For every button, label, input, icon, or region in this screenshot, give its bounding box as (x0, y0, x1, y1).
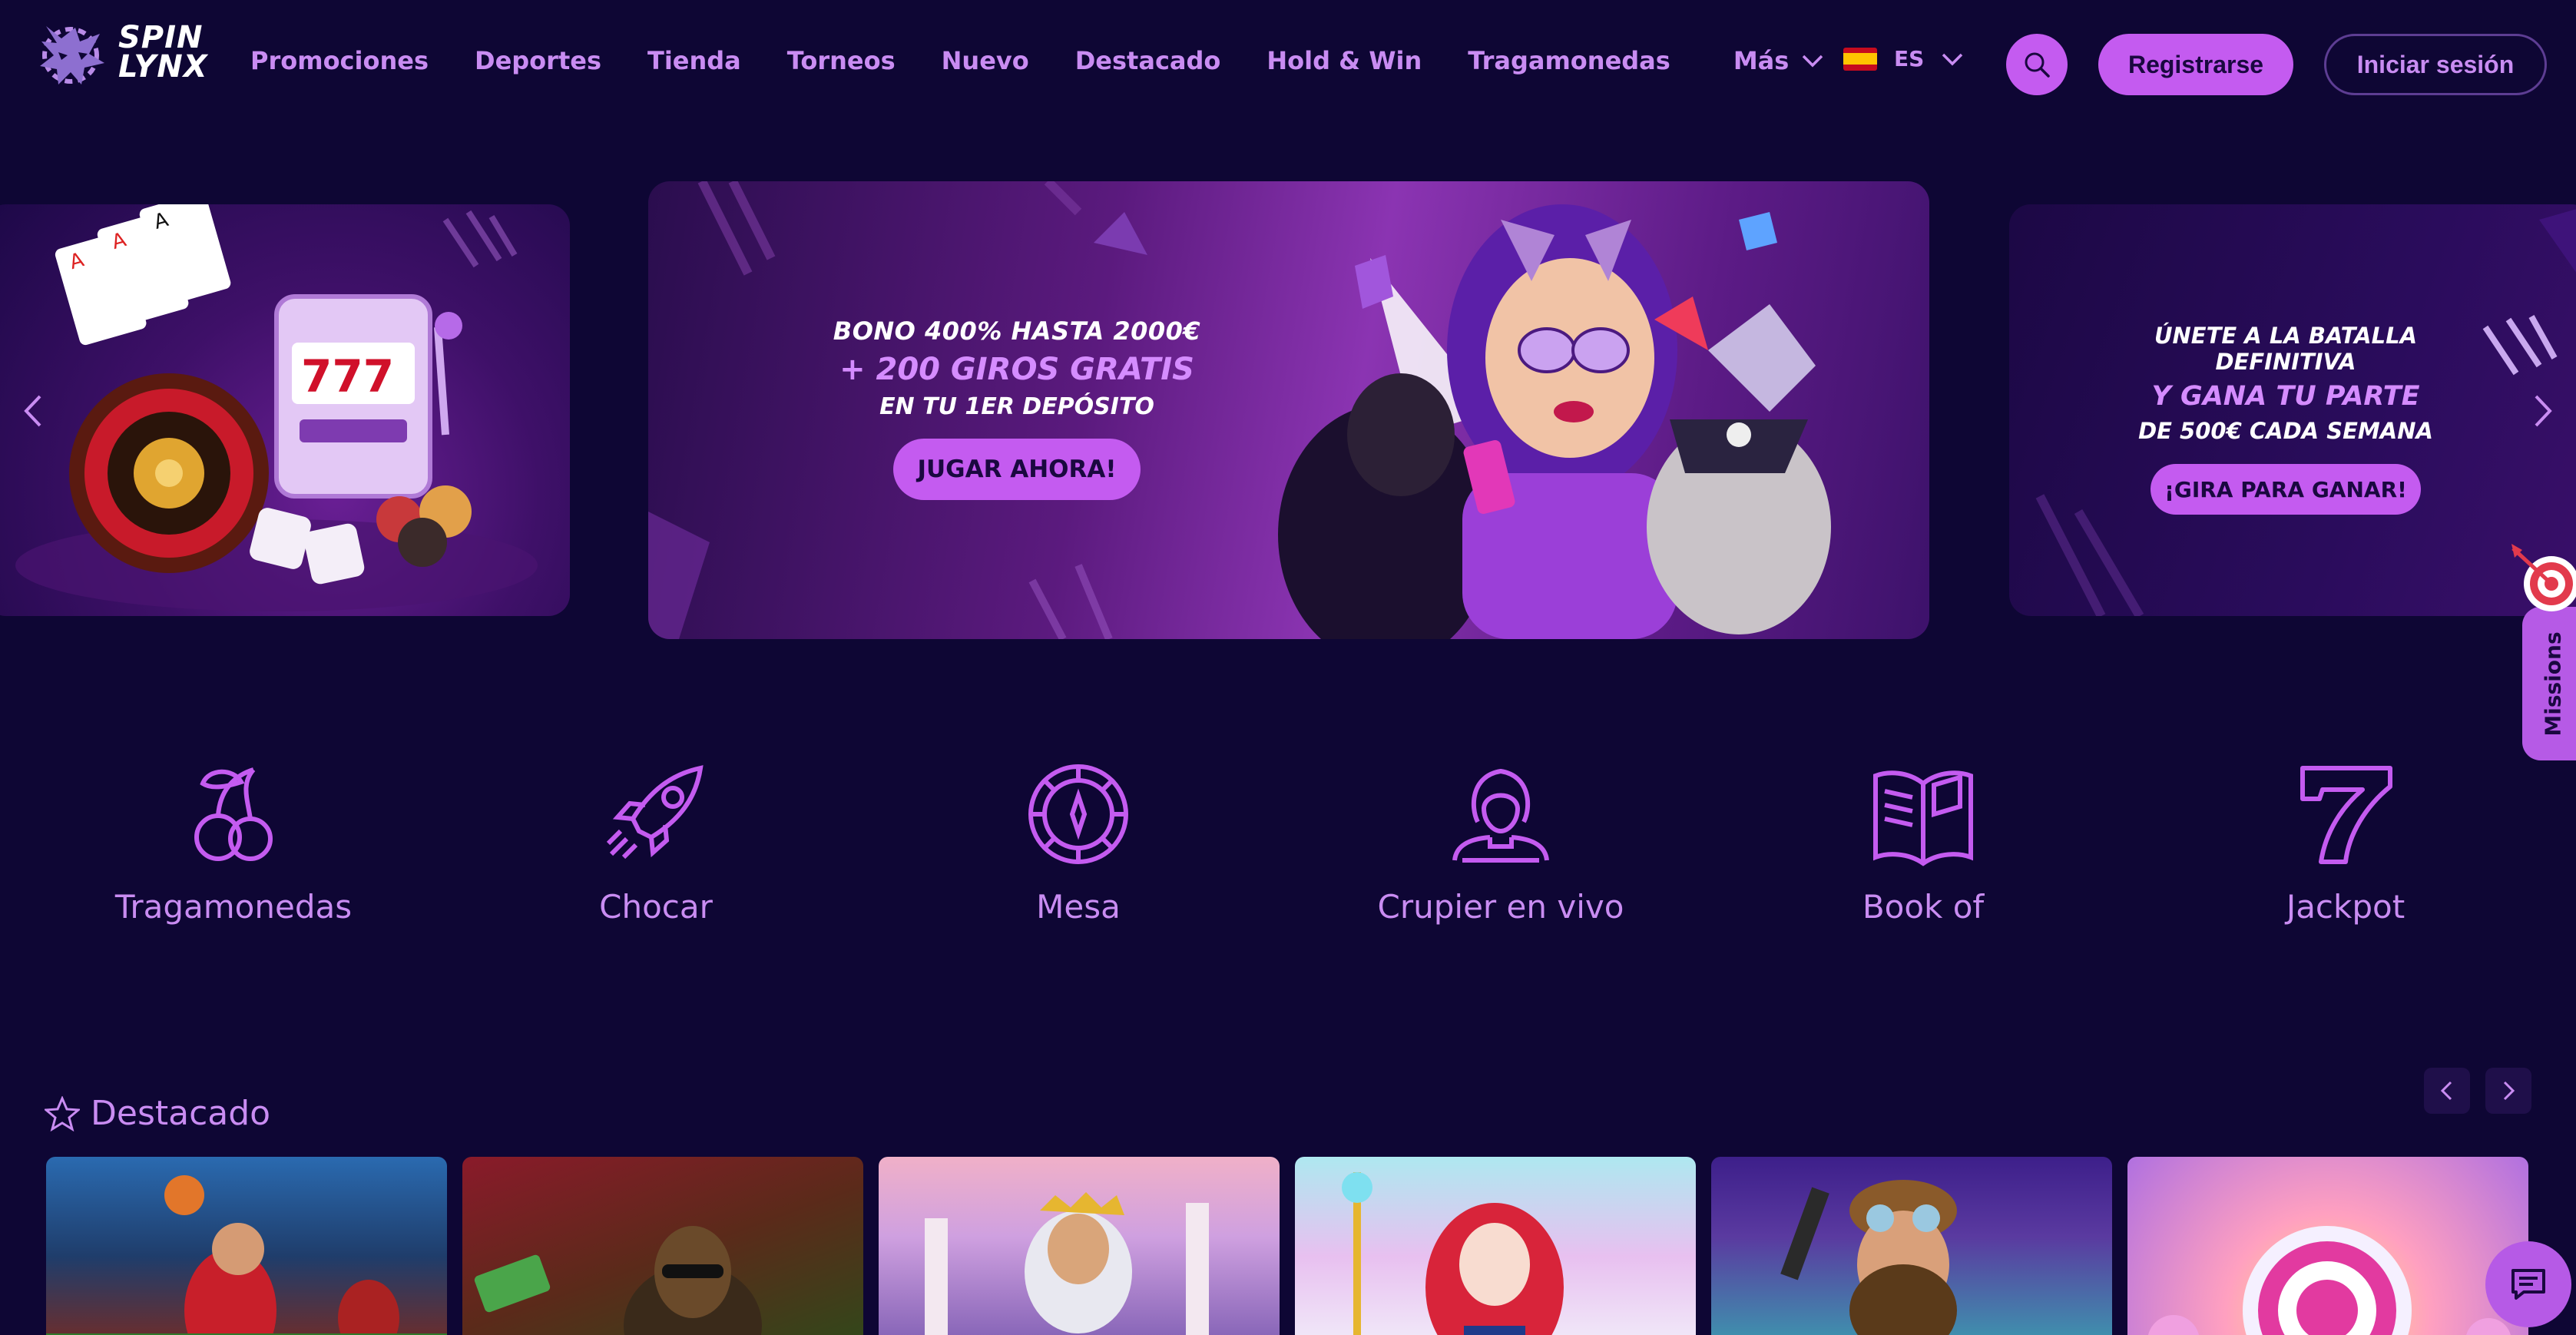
star-icon (45, 1095, 80, 1131)
nav-nuevo[interactable]: Nuevo (942, 46, 1029, 75)
carousel-prev-icon[interactable] (18, 392, 49, 430)
category-label: Crupier en vivo (1377, 888, 1624, 926)
rapper-money-thumbnail (474, 1226, 762, 1335)
roulette-icon (1028, 764, 1128, 864)
candy-thumbnail (2147, 1226, 2511, 1335)
site-header: SPIN LYNX Promociones Deportes Tienda To… (0, 0, 2576, 131)
search-icon (2025, 52, 2050, 78)
anime-game-tile[interactable] (1295, 1157, 1696, 1335)
spin-lynx-logo[interactable]: SPIN LYNX (31, 11, 223, 94)
cherries-icon (194, 767, 273, 861)
missions-label: Missions (2540, 631, 2566, 737)
svg-text:777: 777 (301, 350, 394, 402)
chevron-right-icon (2503, 1081, 2515, 1101)
chevron-down-icon (1942, 53, 1963, 65)
chat-icon (2511, 1269, 2545, 1300)
battle-share: Y GANA TU PARTE (2151, 381, 2420, 412)
nav-hold-win[interactable]: Hold & Win (1266, 46, 1422, 75)
bonus-condition: EN TU 1ER DEPÓSITO (879, 393, 1154, 420)
pilot-game-tile[interactable] (1711, 1157, 2112, 1335)
rocket-icon (606, 765, 704, 860)
book-icon (1873, 770, 1973, 866)
featured-next-button[interactable] (2485, 1068, 2531, 1114)
money-game-tile[interactable] (462, 1157, 863, 1335)
category-mesa[interactable]: Mesa (917, 760, 1240, 926)
anime-heroine-thumbnail (1342, 1172, 1564, 1335)
basketball-player-thumbnail (46, 1175, 447, 1335)
live-chat-button[interactable] (2485, 1241, 2571, 1327)
category-chocar[interactable]: Chocar (495, 760, 817, 926)
featured-title: Destacado (91, 1094, 271, 1133)
featured-section-title: Destacado (45, 1094, 270, 1133)
candy-game-tile[interactable] (2127, 1157, 2528, 1335)
welcome-bonus-text: BONO 400% HASTA 2000€ + 200 GIROS GRATIS… (786, 316, 1247, 500)
category-jackpot[interactable]: Jackpot (2184, 760, 2507, 926)
zeus-game-tile[interactable] (879, 1157, 1280, 1335)
register-button[interactable]: Registrarse (2098, 34, 2293, 95)
logo-wordmark: SPIN LYNX (118, 20, 208, 84)
carousel-next-icon[interactable] (2527, 392, 2558, 430)
bonus-headline: BONO 400% HASTA 2000€ (833, 316, 1201, 346)
language-selector[interactable]: ES (1843, 46, 1964, 71)
pilot-thumbnail (1780, 1180, 1957, 1335)
chevron-left-icon (2440, 1081, 2452, 1101)
nav-more-dropdown[interactable]: Más (1733, 46, 1824, 75)
nav-tienda[interactable]: Tienda (647, 46, 741, 75)
dealer-icon (1452, 768, 1549, 863)
lynx-logo-icon (40, 26, 104, 84)
nav-destacado[interactable]: Destacado (1075, 46, 1221, 75)
casino-promo-banner[interactable]: A A A 777 (0, 204, 570, 616)
welcome-bonus-banner[interactable]: BONO 400% HASTA 2000€ + 200 GIROS GRATIS… (648, 181, 1929, 639)
battle-headline: ÚNETE A LA BATALLA DEFINITIVA (2154, 323, 2418, 375)
category-label: Mesa (1036, 888, 1121, 926)
nav-more-label: Más (1733, 46, 1790, 75)
category-label: Book of (1862, 888, 1985, 926)
game-categories: Tragamonedas Chocar Mesa Crupier en vivo (0, 760, 2576, 952)
featured-games-row (46, 1157, 2576, 1335)
nav-promociones[interactable]: Promociones (250, 46, 429, 75)
play-now-button[interactable]: JUGAR AHORA! (893, 439, 1141, 500)
category-tragamonedas[interactable]: Tragamonedas (72, 760, 395, 926)
language-code: ES (1894, 46, 1925, 71)
category-label: Jackpot (2286, 888, 2405, 926)
zeus-thumbnail (925, 1192, 1209, 1335)
spain-flag-icon (1843, 47, 1877, 71)
basketball-game-tile[interactable] (46, 1157, 447, 1335)
nav-deportes[interactable]: Deportes (475, 46, 601, 75)
login-button[interactable]: Iniciar sesión (2324, 34, 2547, 95)
chevron-down-icon (1803, 55, 1823, 68)
category-label: Chocar (599, 888, 713, 926)
category-label: Tragamonedas (114, 888, 353, 926)
category-book-of[interactable]: Book of (1762, 760, 2084, 926)
search-button[interactable] (2006, 34, 2068, 95)
spin-to-win-button[interactable]: ¡GIRA PARA GANAR! (2151, 464, 2421, 515)
category-crupier-en-vivo[interactable]: Crupier en vivo (1339, 760, 1662, 926)
main-nav: Promociones Deportes Tienda Torneos Nuev… (250, 46, 1870, 75)
weekly-battle-banner[interactable]: ÚNETE A LA BATALLA DEFINITIVA Y GANA TU … (2009, 204, 2576, 616)
casino-slot-roulette-illustration: A A A 777 (15, 204, 538, 611)
nav-torneos[interactable]: Torneos (787, 46, 896, 75)
nav-tragamonedas[interactable]: Tragamonedas (1468, 46, 1670, 75)
seven-icon (2300, 766, 2392, 864)
bonus-free-spins: + 200 GIROS GRATIS (839, 352, 1194, 387)
target-icon (2511, 544, 2576, 611)
featured-prev-button[interactable] (2424, 1068, 2470, 1114)
battle-prize: DE 500€ CADA SEMANA (2138, 418, 2433, 444)
missions-tab[interactable]: Missions (2522, 607, 2576, 760)
weekly-battle-text: ÚNETE A LA BATALLA DEFINITIVA Y GANA TU … (2094, 323, 2478, 515)
